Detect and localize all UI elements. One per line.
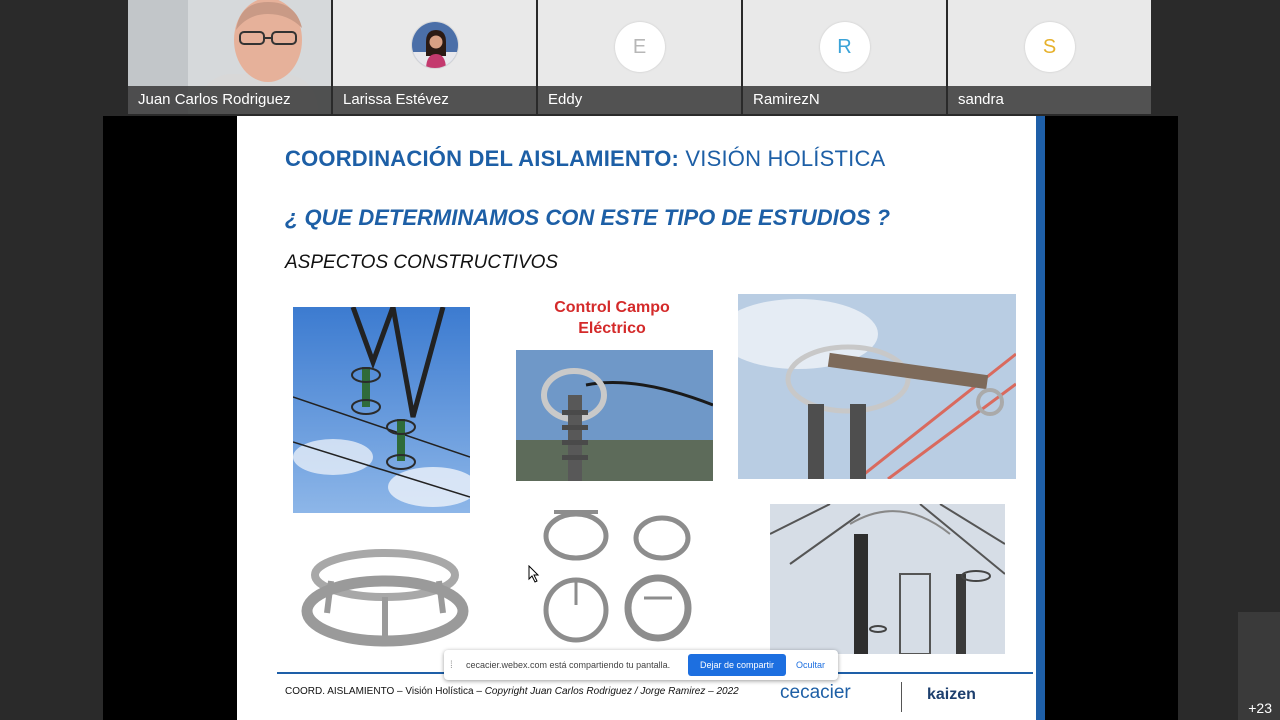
substation-photo [770, 504, 1005, 654]
logo-divider [901, 682, 902, 712]
footer-main: COORD. AISLAMIENTO – Visión Holística – [285, 686, 485, 697]
stop-sharing-button[interactable]: Dejar de compartir [688, 654, 787, 676]
control-field-label: Control Campo Eléctrico [527, 297, 697, 339]
slide-subheading: ASPECTOS CONSTRUCTIVOS [285, 252, 559, 273]
avatar-initial: E [632, 35, 647, 58]
hide-link[interactable]: Ocultar [796, 660, 825, 670]
meeting-window: Juan Carlos Rodriguez Larissa Estévez E … [0, 0, 1280, 720]
participant-name: Eddy [538, 86, 741, 114]
toroid-ring-image [301, 531, 469, 651]
slide-title-bold: COORDINACIÓN DEL AISLAMIENTO: [285, 146, 680, 171]
mouse-cursor-icon [528, 565, 540, 583]
share-notice-message: cecacier.webex.com está compartiendo tu … [466, 660, 671, 670]
corona-ring-photo [738, 294, 1016, 479]
participant-name: sandra [948, 86, 1151, 114]
avatar-initial: R [837, 35, 852, 58]
grip-icon[interactable]: ⁞ [450, 660, 460, 671]
avatar: S [1024, 22, 1075, 72]
participant-name: Larissa Estévez [333, 86, 536, 114]
kaizen-logo: kaizen [927, 686, 976, 703]
shared-screen: COORDINACIÓN DEL AISLAMIENTO: VISIÓN HOL… [103, 116, 1178, 720]
avatar-initial: S [1042, 35, 1057, 58]
cecacier-logo: cecacier [780, 682, 851, 703]
grading-ring-photo [516, 350, 713, 481]
avatar: E [614, 22, 665, 72]
control-field-label-line2: Eléctrico [578, 320, 646, 337]
participant-name: Juan Carlos Rodriguez [128, 86, 331, 114]
slide-question: ¿ QUE DETERMINAMOS CON ESTE TIPO DE ESTU… [285, 205, 891, 230]
more-participants-count[interactable]: +23 [1248, 700, 1272, 716]
participant-tile-larissa[interactable]: Larissa Estévez [333, 0, 536, 114]
slide-accent-bar [1036, 116, 1045, 720]
participant-tile-juan-carlos[interactable]: Juan Carlos Rodriguez [128, 0, 331, 114]
share-notice-bar: ⁞ cecacier.webex.com está compartiendo t… [444, 650, 838, 680]
participant-tile-eddy[interactable]: E Eddy [538, 0, 741, 114]
presentation-slide: COORDINACIÓN DEL AISLAMIENTO: VISIÓN HOL… [237, 116, 1045, 720]
avatar: R [819, 22, 870, 72]
control-field-label-line1: Control Campo [554, 299, 670, 316]
participant-name: RamirezN [743, 86, 946, 114]
tower-insulator-photo [293, 307, 470, 513]
avatar [410, 21, 459, 69]
participant-strip: Juan Carlos Rodriguez Larissa Estévez E … [128, 0, 1152, 114]
footer-copyright: Copyright Juan Carlos Rodriguez / Jorge … [484, 686, 739, 697]
slide-title-light: VISIÓN HOLÍSTICA [685, 146, 886, 171]
participant-tile-ramirezn[interactable]: R RamirezN [743, 0, 946, 114]
ring-variants-image [540, 500, 696, 650]
slide-footer: COORD. AISLAMIENTO – Visión Holística – … [285, 686, 739, 697]
avatar-photo-icon [411, 22, 458, 68]
slide-title: COORDINACIÓN DEL AISLAMIENTO: VISIÓN HOL… [285, 146, 885, 172]
participant-tile-sandra[interactable]: S sandra [948, 0, 1151, 114]
